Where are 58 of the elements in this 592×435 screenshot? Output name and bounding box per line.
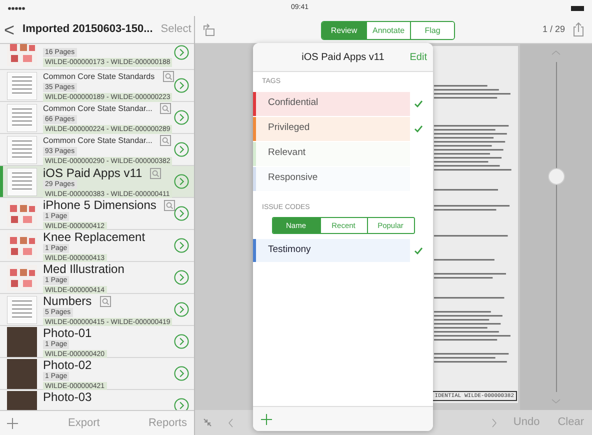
thumbnail-document-icon <box>7 72 37 100</box>
plus-icon[interactable] <box>7 418 18 428</box>
checkmark-icon <box>414 124 423 132</box>
chevron-circle-icon[interactable] <box>174 270 189 285</box>
back-button[interactable]: < <box>4 20 15 38</box>
tag-row[interactable]: Responsive <box>253 166 410 190</box>
chevron-circle-icon[interactable] <box>174 302 189 317</box>
document-title: iPhone 5 Dimensions <box>43 199 156 211</box>
document-title: Common Core State Standar... <box>43 104 152 112</box>
document-title: Photo-01 <box>43 327 92 339</box>
chevron-circle-icon[interactable] <box>174 142 189 157</box>
search-icon[interactable] <box>100 296 111 306</box>
photo-placeholder <box>7 326 37 356</box>
search-icon[interactable] <box>160 103 172 114</box>
chevron-circle-icon[interactable] <box>174 174 189 189</box>
chevron-circle-icon[interactable] <box>174 78 189 93</box>
tag-row[interactable]: Relevant <box>253 142 410 166</box>
page-slider-track[interactable] <box>548 62 564 392</box>
signal-icon <box>8 6 26 10</box>
document-title: Med Illustration <box>43 263 124 275</box>
collapse-icon[interactable] <box>203 418 212 427</box>
document-title: Photo-02 <box>43 359 92 371</box>
search-icon[interactable] <box>164 200 176 210</box>
thumbnail-document-icon <box>7 296 37 324</box>
checkmark-icon <box>414 246 423 254</box>
folder-title: Imported 20150603-150... <box>22 22 153 38</box>
search-icon[interactable] <box>160 135 172 146</box>
document-title: Photo-03 <box>43 391 92 403</box>
chevron-circle-icon[interactable] <box>174 45 189 60</box>
document-title: Numbers <box>43 295 92 307</box>
search-icon[interactable] <box>150 168 162 178</box>
slider-thumb[interactable] <box>548 168 564 186</box>
chevron-circle-icon[interactable] <box>174 110 189 125</box>
page-counter: 1 / 29 <box>542 22 565 36</box>
rotate-icon[interactable] <box>203 23 215 36</box>
chevron-circle-icon[interactable] <box>174 238 189 253</box>
chevron-circle-icon[interactable] <box>174 334 189 349</box>
share-icon[interactable] <box>573 22 584 37</box>
photo-placeholder <box>7 358 37 388</box>
thumbnail-document-icon <box>7 136 37 164</box>
document-title: Common Core State Standards <box>43 72 155 80</box>
chevron-circle-icon[interactable] <box>174 206 189 221</box>
document-title: Common Core State Standar... <box>43 136 152 144</box>
plus-icon[interactable] <box>261 414 272 424</box>
thumbnail-document-icon <box>7 168 37 196</box>
document-title: Knee Replacement <box>43 231 146 243</box>
popover-title: iOS Paid Apps v11 <box>302 50 384 64</box>
search-icon[interactable] <box>162 71 174 82</box>
tag-row[interactable]: Privileged <box>253 116 410 140</box>
thumbnail-document-icon <box>7 104 37 132</box>
battery-icon <box>571 6 584 10</box>
issue-code-row[interactable]: Testimony <box>253 239 410 262</box>
checkmark-icon <box>414 100 423 108</box>
selection-bar <box>0 166 3 197</box>
mode-tab[interactable]: Review <box>322 22 366 39</box>
chevron-circle-icon[interactable] <box>174 366 189 381</box>
tag-row[interactable]: Confidential <box>253 92 410 116</box>
document-title: iOS Paid Apps v11 <box>43 167 142 179</box>
